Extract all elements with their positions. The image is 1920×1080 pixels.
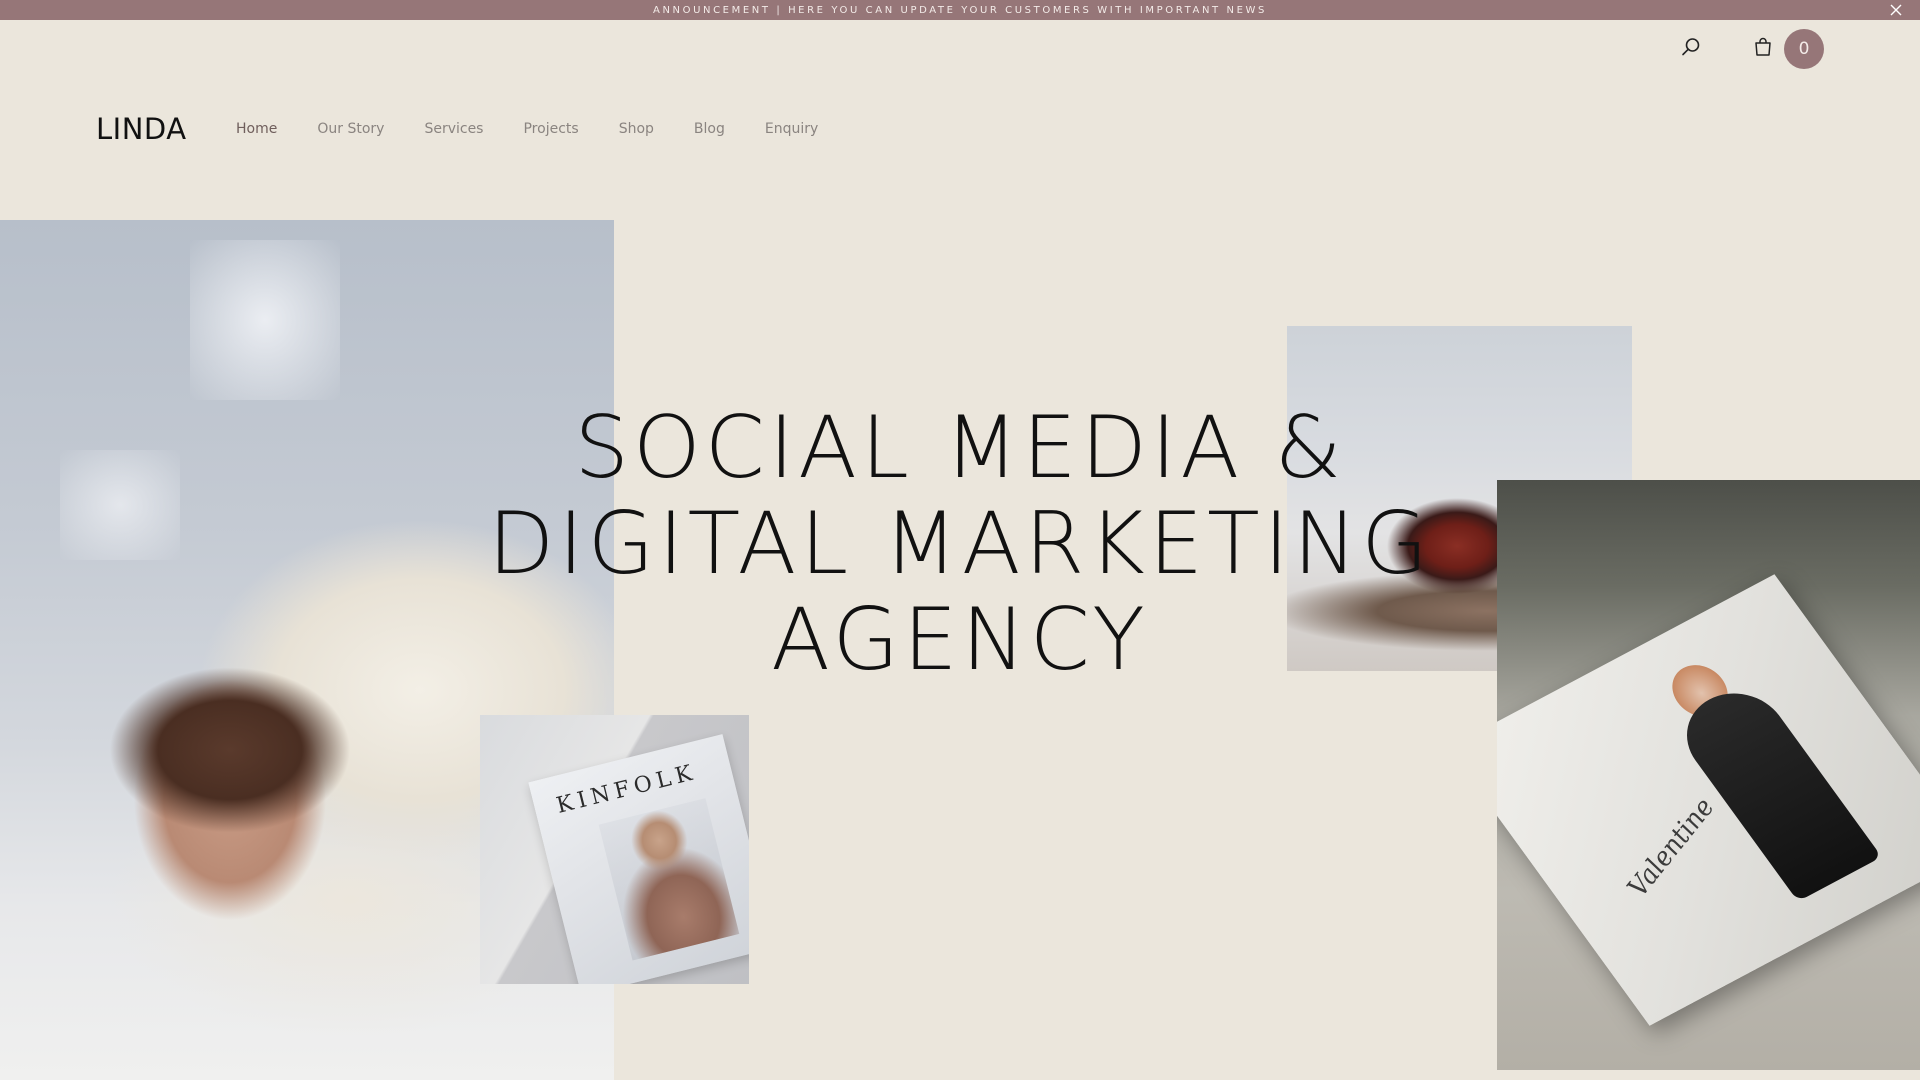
kinfolk-cover-figure [598, 798, 740, 961]
headline-line-1: SOCIAL MEDIA & [574, 398, 1346, 498]
site-logo[interactable]: LINDA [96, 112, 187, 146]
nav-item-projects[interactable]: Projects [523, 121, 578, 137]
close-icon[interactable] [1888, 2, 1904, 18]
nav-item-blog[interactable]: Blog [694, 121, 725, 137]
nav-item-shop[interactable]: Shop [619, 121, 654, 137]
headline-line-3: AGENCY [771, 590, 1149, 690]
headline-line-2: DIGITAL MARKETING [488, 494, 1432, 594]
cart-count-badge[interactable]: 0 [1784, 29, 1824, 69]
kinfolk-magazine: KINFOLK [528, 734, 749, 984]
nav-item-our-story[interactable]: Our Story [317, 121, 384, 137]
nav-item-enquiry[interactable]: Enquiry [765, 121, 818, 137]
shopping-bag-icon[interactable] [1752, 36, 1774, 58]
cart-count: 0 [1798, 39, 1810, 59]
nav-item-services[interactable]: Services [424, 121, 483, 137]
magazine-model-dress [1667, 677, 1882, 902]
search-icon[interactable] [1680, 36, 1702, 58]
hero-headline: SOCIAL MEDIA & DIGITAL MARKETING AGENCY [0, 400, 1920, 688]
announcement-bar: ANNOUNCEMENT | HERE YOU CAN UPDATE YOUR … [0, 0, 1920, 20]
nav-item-home[interactable]: Home [236, 121, 277, 137]
hero-photo-kinfolk-magazine: KINFOLK [480, 715, 749, 984]
light-patch [190, 240, 340, 400]
main-nav: Home Our Story Services Projects Shop Bl… [236, 121, 858, 137]
announcement-text: ANNOUNCEMENT | HERE YOU CAN UPDATE YOUR … [653, 4, 1267, 16]
valentine-title: Valentine [1621, 793, 1722, 903]
